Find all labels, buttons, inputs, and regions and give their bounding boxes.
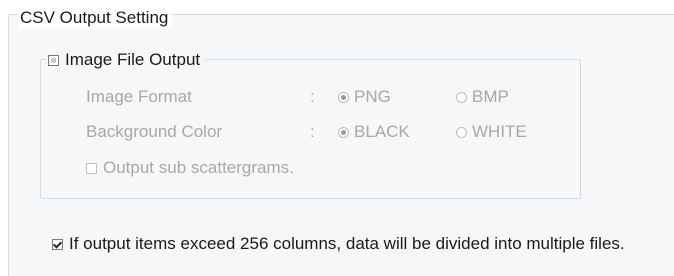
black-option-label: BLACK bbox=[354, 122, 410, 141]
radio-unselected-icon[interactable] bbox=[456, 91, 467, 103]
image-format-row: Image Format : PNG BMP bbox=[0, 86, 674, 108]
background-white-radio[interactable]: WHITE bbox=[456, 121, 527, 143]
image-format-png-radio[interactable]: PNG bbox=[338, 86, 391, 108]
background-color-row: Background Color : BLACK WHITE bbox=[0, 121, 674, 143]
bmp-option-label: BMP bbox=[472, 87, 509, 106]
radio-selected-icon[interactable] bbox=[338, 91, 349, 103]
csv-output-setting-title: CSV Output Setting bbox=[18, 7, 173, 29]
image-format-bmp-radio[interactable]: BMP bbox=[456, 86, 509, 108]
checkbox-icon[interactable] bbox=[86, 162, 97, 174]
output-sub-scattergrams-checkbox[interactable]: Output sub scattergrams. bbox=[86, 157, 294, 179]
image-file-output-label: Image File Output bbox=[65, 50, 201, 69]
radio-selected-icon[interactable] bbox=[338, 126, 349, 138]
divide-multiple-files-label: If output items exceed 256 columns, data… bbox=[69, 234, 625, 253]
checkbox-checked-icon[interactable] bbox=[52, 238, 63, 250]
background-color-label: Background Color bbox=[86, 122, 223, 141]
white-option-label: WHITE bbox=[472, 122, 527, 141]
image-format-label: Image Format bbox=[86, 87, 192, 106]
background-color-separator: : bbox=[310, 122, 315, 141]
image-file-output-checkbox[interactable]: Image File Output bbox=[46, 49, 206, 71]
image-format-separator: : bbox=[310, 87, 315, 106]
output-sub-scattergrams-label: Output sub scattergrams. bbox=[103, 158, 294, 177]
png-option-label: PNG bbox=[354, 87, 391, 106]
checkbox-icon[interactable] bbox=[48, 54, 59, 66]
divide-multiple-files-checkbox[interactable]: If output items exceed 256 columns, data… bbox=[52, 233, 625, 255]
radio-unselected-icon[interactable] bbox=[456, 126, 467, 138]
background-black-radio[interactable]: BLACK bbox=[338, 121, 410, 143]
